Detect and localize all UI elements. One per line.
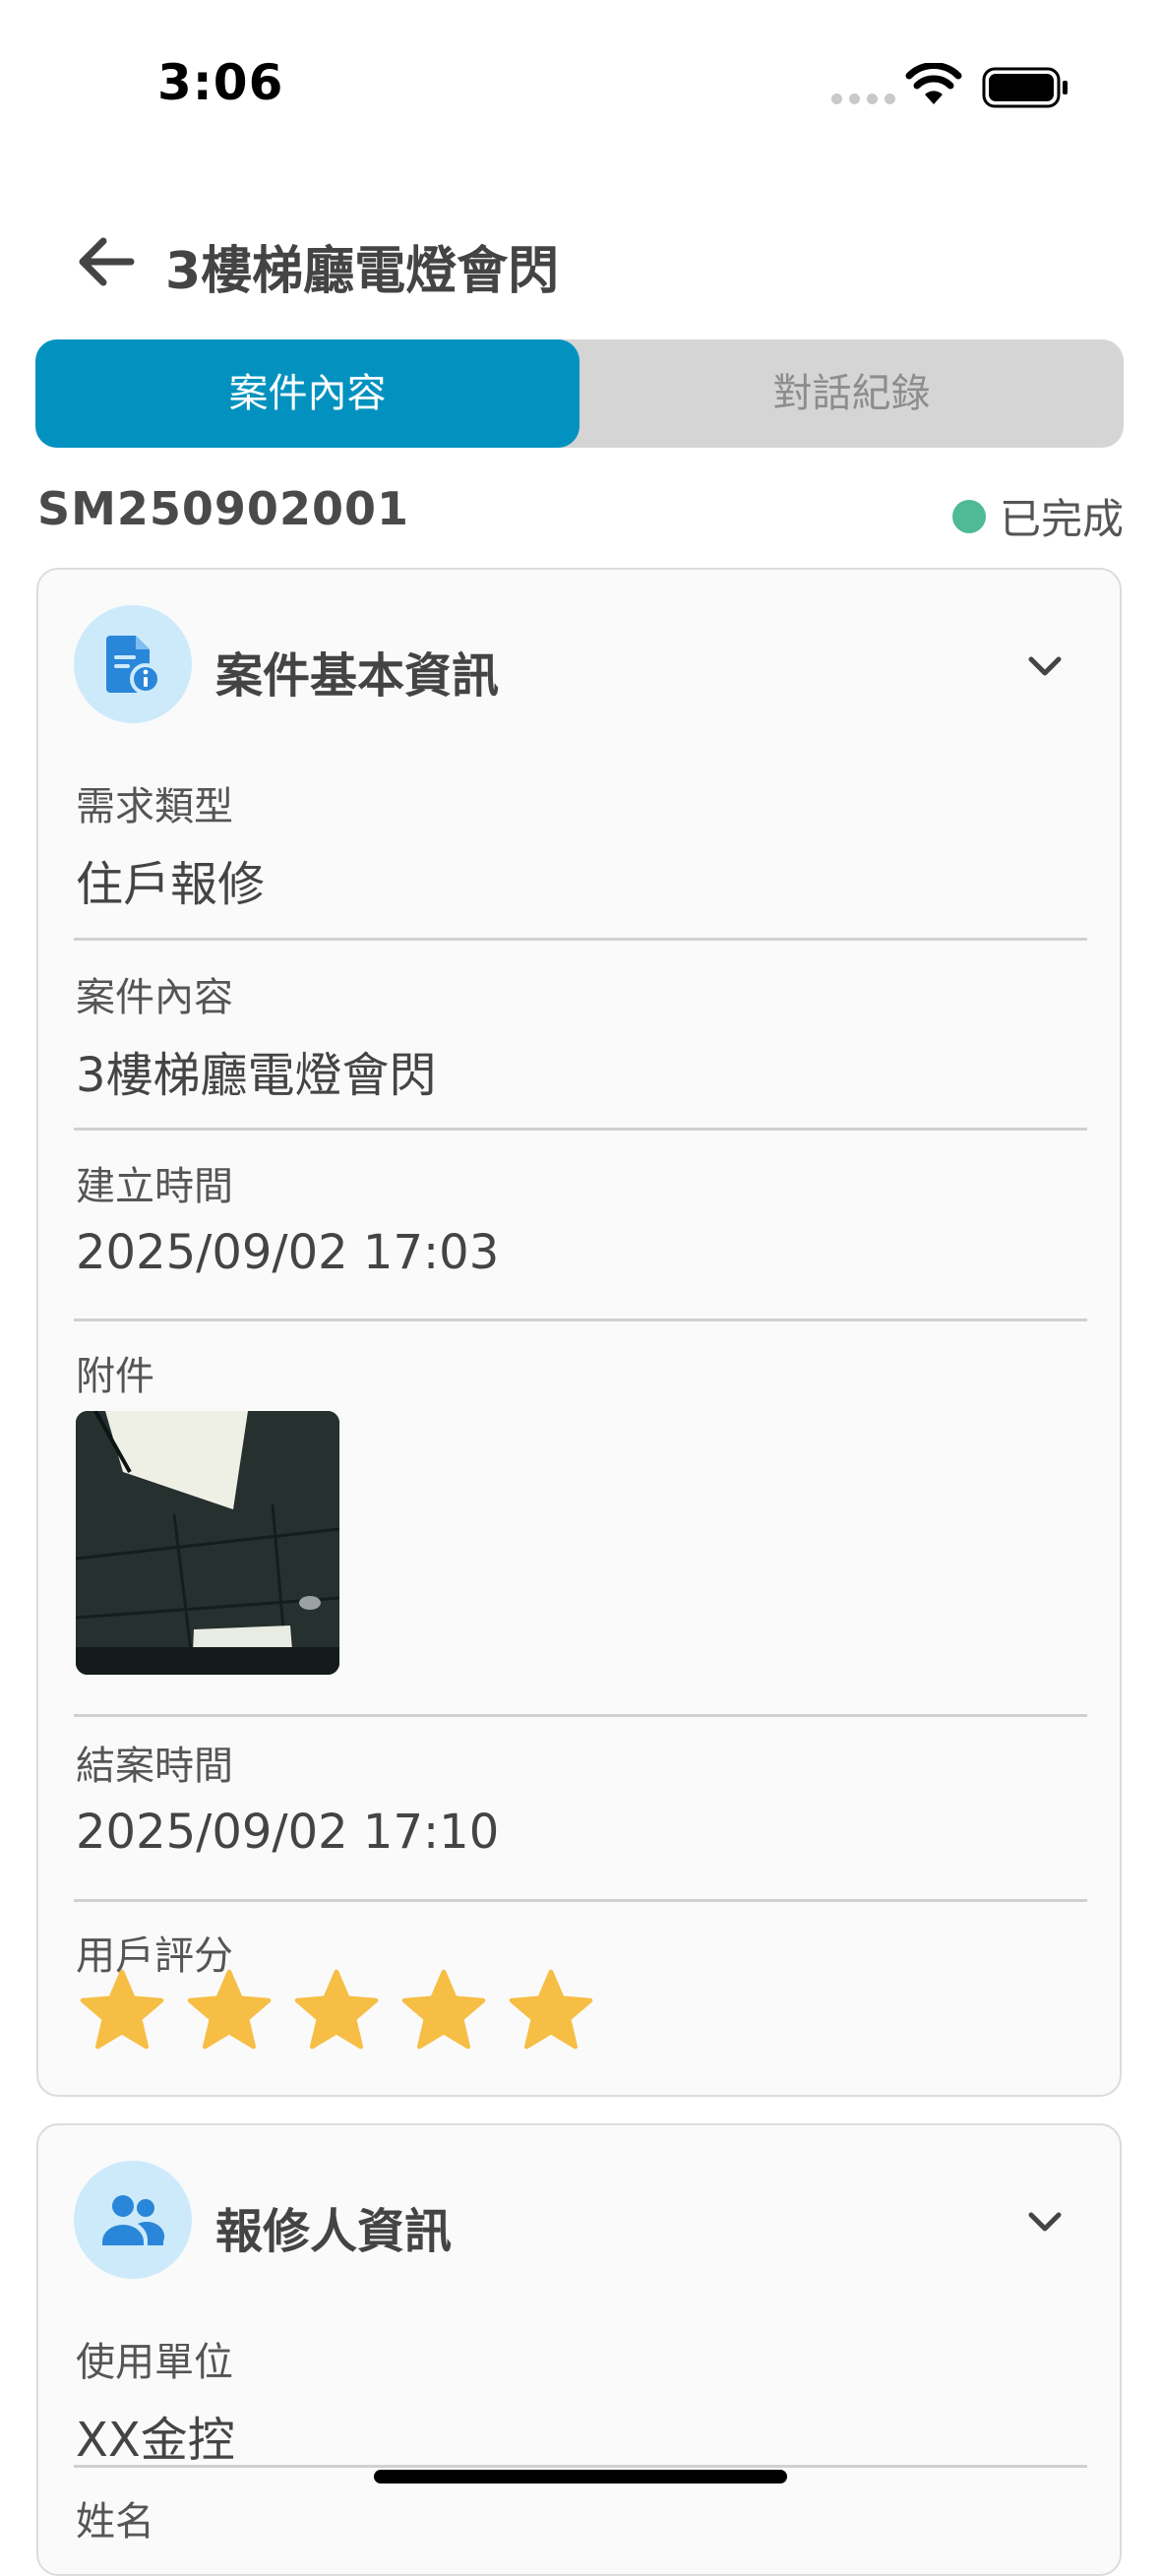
status-text: 已完成 [999, 495, 1124, 543]
field-label: 案件內容 [76, 975, 233, 1020]
star-icon [80, 1969, 164, 2050]
status-time: 3:06 [157, 54, 284, 111]
battery-icon [982, 67, 1068, 108]
divider [74, 1128, 1087, 1131]
field-label: 結案時間 [76, 1744, 233, 1789]
document-info-icon [74, 605, 192, 723]
attachment-thumbnail[interactable] [76, 1411, 339, 1675]
star-icon [187, 1969, 272, 2050]
close-time-field: 結案時間 2025/09/02 17:10 [76, 1734, 1089, 1860]
status-badge: 已完成 [951, 486, 1124, 546]
back-arrow-icon[interactable] [74, 229, 139, 294]
divider [74, 938, 1087, 941]
page-title: 3樓梯廳電燈會閃 [165, 242, 560, 301]
reporter-info-header[interactable]: 報修人資訊 [74, 2161, 1084, 2279]
attachment-field: 附件 [76, 1344, 1089, 1401]
cellular-signal-icon [831, 93, 895, 104]
basic-info-card: 案件基本資訊 需求類型 住戶報修 案件內容 3樓梯廳電燈會閃 建立時間 2025… [36, 568, 1122, 2097]
divider [74, 1899, 1087, 1902]
case-content-field: 案件內容 3樓梯廳電燈會閃 [76, 965, 1089, 1105]
basic-info-title: 案件基本資訊 [215, 648, 500, 704]
star-icon [509, 1969, 593, 2050]
segmented-tabs: 案件內容 對話紀錄 [35, 339, 1124, 448]
star-icon [294, 1969, 379, 2050]
field-value: 3樓梯廳電燈會閃 [76, 1048, 437, 1103]
home-indicator [374, 2470, 787, 2484]
field-label: 建立時間 [76, 1164, 233, 1209]
created-time-field: 建立時間 2025/09/02 17:03 [76, 1154, 1089, 1280]
divider [74, 2465, 1087, 2468]
field-label: 附件 [76, 1354, 154, 1399]
field-value: XX金控 [76, 2413, 235, 2468]
chevron-down-icon[interactable] [1023, 644, 1067, 688]
field-label: 需求類型 [76, 784, 233, 829]
case-number: SM250902001 [37, 482, 409, 535]
field-label: 使用單位 [76, 2340, 233, 2385]
chevron-down-icon[interactable] [1023, 2200, 1067, 2243]
basic-info-header[interactable]: 案件基本資訊 [74, 605, 1084, 723]
users-icon [74, 2161, 192, 2279]
star-icon [401, 1969, 486, 2050]
wifi-icon [905, 63, 962, 104]
field-value: 2025/09/02 17:03 [76, 1225, 500, 1280]
request-type-field: 需求類型 住戶報修 [76, 774, 1089, 914]
star-rating [76, 1965, 597, 2057]
field-label: 姓名 [76, 2499, 154, 2545]
reporter-info-title: 報修人資訊 [215, 2204, 453, 2259]
divider [74, 1714, 1087, 1717]
field-value: 住戶報修 [76, 857, 266, 912]
page-header: 3樓梯廳電燈會閃 [0, 212, 1160, 310]
usage-unit-field: 使用單位 XX金控 [76, 2330, 1089, 2470]
status-dot [951, 499, 986, 533]
status-bar: 3:06 [0, 0, 1160, 138]
tab-case-content[interactable]: 案件內容 [35, 339, 580, 448]
divider [74, 1319, 1087, 1321]
tab-conversation-log[interactable]: 對話紀錄 [580, 339, 1124, 448]
name-field: 姓名 [76, 2489, 1089, 2546]
field-value: 2025/09/02 17:10 [76, 1805, 500, 1860]
reporter-info-card: 報修人資訊 使用單位 XX金控 姓名 [36, 2123, 1122, 2576]
